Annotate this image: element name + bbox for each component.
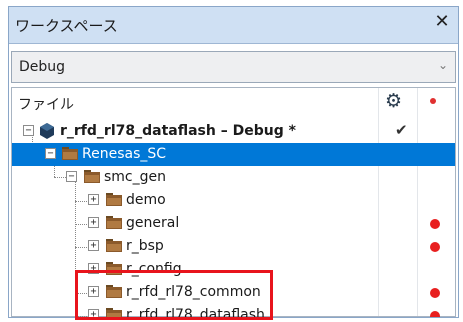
build-config-dropdown[interactable]: Debug ⌄: [11, 51, 456, 83]
panel-title: ワークスペース: [15, 17, 118, 35]
build-status-dot: [430, 219, 440, 229]
annotation-highlight-box: [75, 270, 273, 320]
expand-icon[interactable]: +: [88, 194, 99, 205]
folder-label: general: [126, 215, 180, 231]
tree-item-smc-gen[interactable]: − smc_gen: [12, 166, 455, 189]
folder-label: r_bsp: [126, 238, 164, 254]
files-column-header: ファイル: [18, 97, 74, 113]
folder-icon: [106, 239, 122, 252]
collapse-icon[interactable]: −: [23, 125, 34, 136]
close-icon[interactable]: ✕: [432, 11, 452, 32]
panel-titlebar: ワークスペース ✕: [9, 7, 458, 44]
folder-icon: [62, 147, 78, 160]
tree-header: ファイル ⚙: [12, 88, 455, 116]
build-status-dot: [430, 288, 440, 298]
chevron-down-icon[interactable]: ⌄: [438, 58, 448, 72]
collapse-icon[interactable]: −: [45, 148, 56, 159]
project-icon: [40, 123, 54, 139]
expand-icon[interactable]: +: [88, 240, 99, 251]
folder-icon: [106, 193, 122, 206]
tree-item-general[interactable]: + general: [12, 212, 455, 235]
folder-label: smc_gen: [104, 169, 167, 185]
checkmark-icon: ✔: [395, 121, 408, 139]
project-label: r_rfd_rl78_dataflash – Debug *: [60, 123, 296, 139]
gear-icon[interactable]: ⚙: [385, 90, 402, 112]
collapse-icon[interactable]: −: [66, 171, 77, 182]
tree-item-r-bsp[interactable]: + r_bsp: [12, 235, 455, 258]
build-config-value: Debug: [19, 59, 66, 75]
tree-item-renesas-sc[interactable]: − Renesas_SC: [12, 143, 455, 166]
folder-icon: [106, 216, 122, 229]
folder-icon: [84, 170, 100, 183]
folder-label: Renesas_SC: [82, 146, 167, 162]
tree-item-demo[interactable]: + demo: [12, 189, 455, 212]
folder-label: demo: [126, 192, 166, 208]
build-status-dot: [430, 311, 440, 317]
expand-icon[interactable]: +: [88, 217, 99, 228]
build-status-dot: [430, 242, 440, 252]
tree-item-project[interactable]: − r_rfd_rl78_dataflash – Debug * ✔: [12, 120, 455, 143]
build-status-header-icon: [430, 98, 436, 104]
